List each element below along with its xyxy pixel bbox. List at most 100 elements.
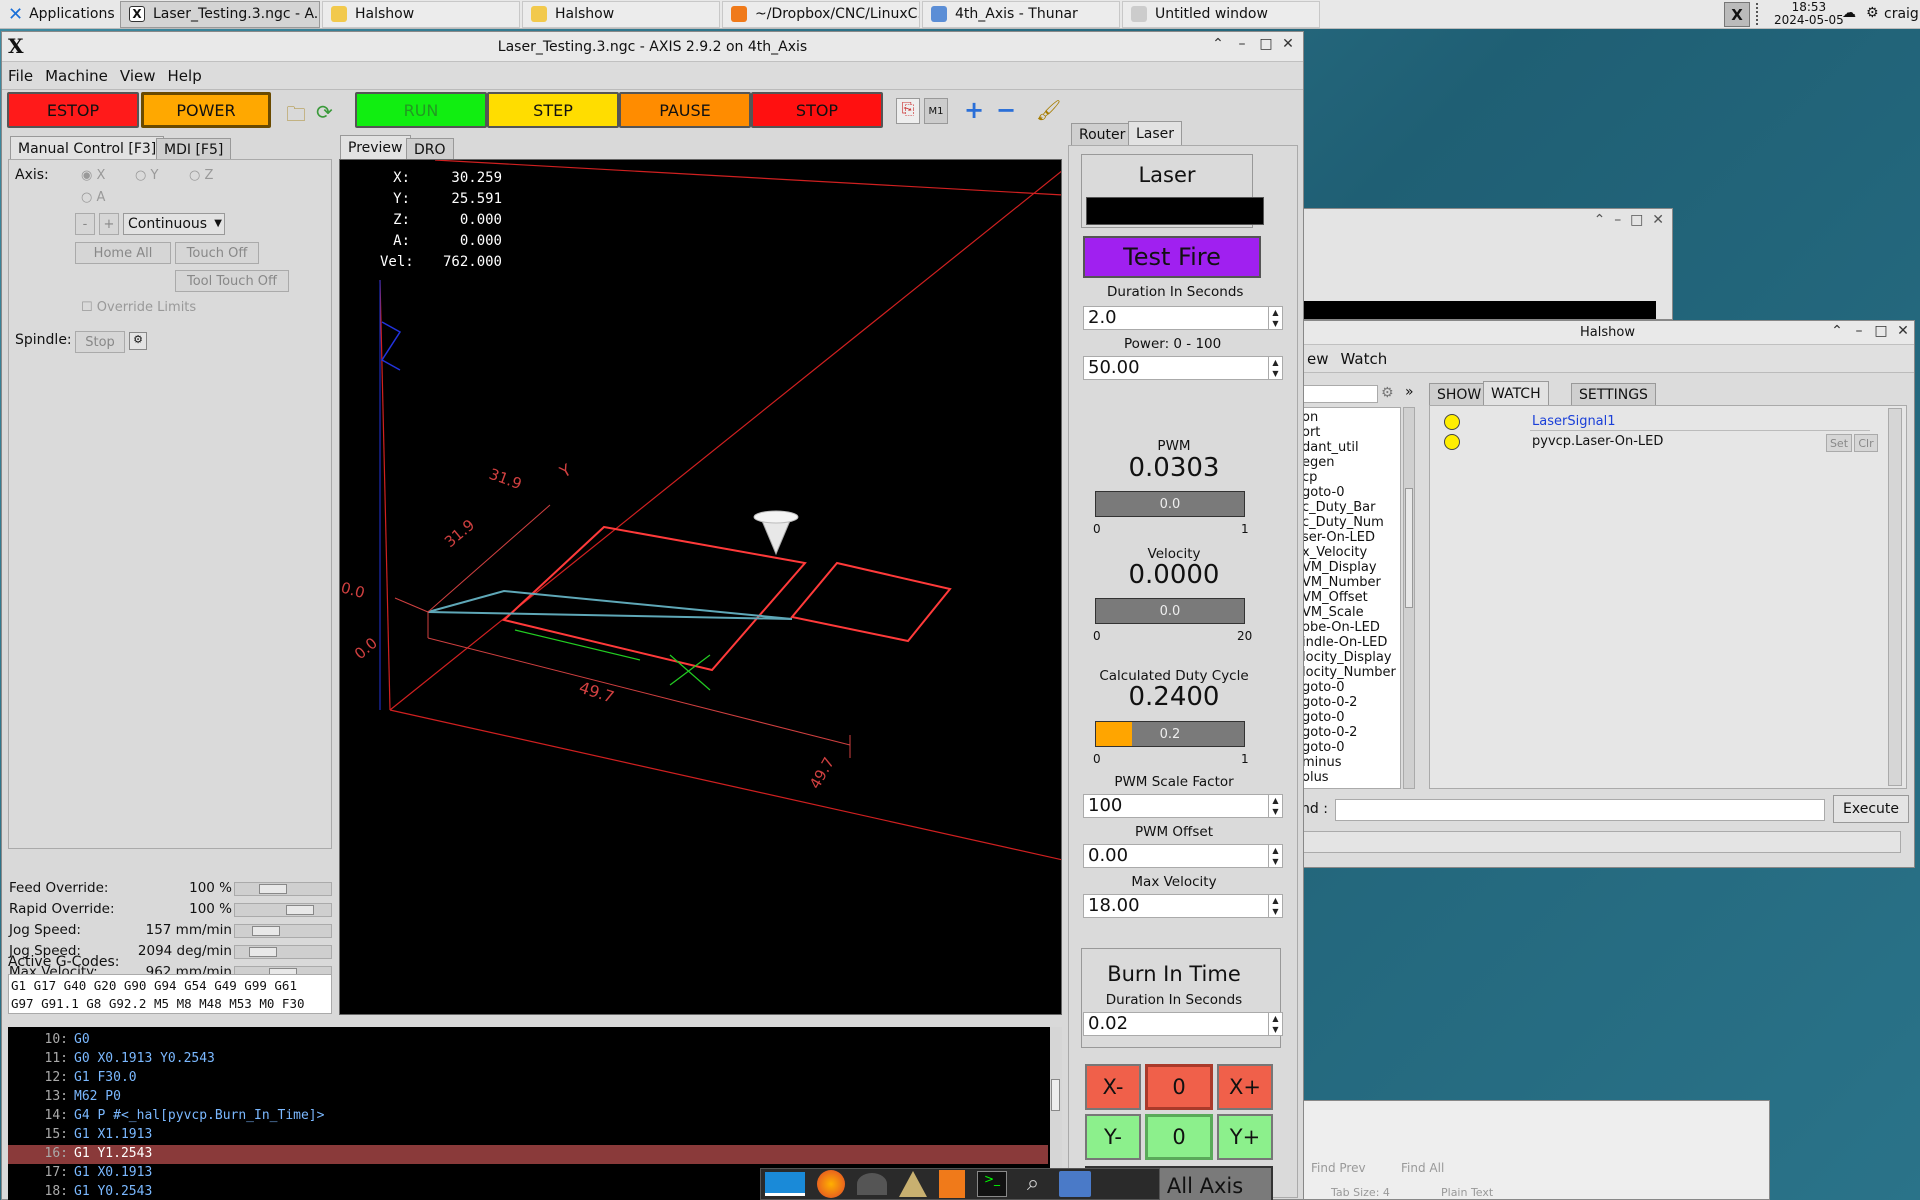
maxvel-spinbox[interactable]: 18.00 ▲ ▼ [1083, 894, 1283, 918]
menu-watch[interactable]: Watch [1341, 350, 1388, 368]
tree-item[interactable]: goto-0 [1302, 710, 1344, 725]
close-icon[interactable]: ✕ [1894, 323, 1912, 339]
tree-item[interactable]: indle-On-LED [1302, 635, 1387, 650]
tree-item[interactable]: VM_Number [1302, 575, 1381, 590]
zoom-in-icon[interactable]: + [964, 96, 984, 124]
clr-button[interactable]: Clr [1854, 434, 1878, 452]
tab-laser[interactable]: Laser [1128, 121, 1183, 145]
background-editor-window[interactable]: Find Prev Find All Tab Size: 4 Plain Tex… [1290, 1100, 1770, 1200]
tree-search-input[interactable] [1301, 385, 1378, 403]
program-line[interactable]: 15: G1 X1.1913 [8, 1126, 1048, 1145]
touch-off-button[interactable]: Touch Off [175, 242, 259, 264]
set-button[interactable]: Set [1826, 434, 1852, 452]
test-fire-button[interactable]: Test Fire [1083, 236, 1261, 278]
tree-item[interactable]: ser-On-LED [1302, 530, 1375, 545]
task-halshow-1[interactable]: Halshow [322, 0, 520, 28]
tree-item[interactable]: c_Duty_Num [1302, 515, 1384, 530]
show-desktop-icon[interactable] [765, 1172, 805, 1196]
more-icon[interactable]: » [1405, 384, 1414, 400]
watch-item[interactable]: LaserSignal1 [1532, 414, 1616, 429]
override-slider[interactable] [234, 903, 332, 917]
block-delete-icon[interactable]: ⎘ [896, 98, 920, 124]
network-icon[interactable]: ☁ [1842, 5, 1856, 21]
tree-item[interactable]: x_Velocity [1302, 545, 1367, 560]
axis-window[interactable]: X Laser_Testing.3.ngc - AXIS 2.9.2 on 4t… [1, 31, 1304, 1200]
zoom-out-icon[interactable]: − [996, 96, 1016, 124]
jog-plus-button[interactable]: + [99, 213, 119, 235]
program-line[interactable]: 11: G0 X0.1913 Y0.2543 [8, 1050, 1048, 1069]
duration-spinbox[interactable]: 2.0 ▲ ▼ [1083, 306, 1283, 330]
firefox-icon[interactable] [817, 1170, 845, 1198]
axis-radio-y[interactable]: ○ Y [135, 168, 158, 183]
optional-stop-icon[interactable]: M1 [924, 98, 948, 124]
applications-menu[interactable]: ✕ Applications [0, 1, 118, 28]
override-limits-checkbox[interactable]: ☐ Override Limits [81, 300, 196, 315]
tree-item[interactable]: egen [1302, 455, 1335, 470]
user-name[interactable]: craig [1884, 6, 1919, 22]
tab-router[interactable]: Router [1071, 123, 1134, 145]
tree-item[interactable]: obe-On-LED [1302, 620, 1380, 635]
clock[interactable]: 18:53 2024-05-05 [1774, 1, 1844, 27]
tree-item[interactable]: goto-0 [1302, 485, 1344, 500]
jog-x-minus-button[interactable]: X- [1085, 1064, 1141, 1110]
slider-knob[interactable] [252, 926, 280, 936]
program-line[interactable]: 16: G1 Y1.2543 [8, 1145, 1048, 1164]
step-button[interactable]: STEP [487, 92, 619, 128]
jog-x-plus-button[interactable]: X+ [1217, 1064, 1273, 1110]
spindle-stop-button[interactable]: Stop [75, 331, 125, 353]
stop-button[interactable]: STOP [751, 92, 883, 128]
settings-tray-icon[interactable]: ⚙ [1866, 5, 1879, 21]
tree-item[interactable]: goto-0-2 [1302, 725, 1357, 740]
maximize-icon[interactable]: □ [1257, 36, 1275, 52]
inkscape-icon[interactable] [899, 1171, 927, 1197]
x-tray-icon[interactable]: X [1724, 2, 1750, 27]
open-folder-icon[interactable]: 🗀 [286, 100, 306, 134]
task-untitled[interactable]: Untitled window [1122, 0, 1320, 28]
jog-y-plus-button[interactable]: Y+ [1217, 1114, 1273, 1160]
override-slider[interactable] [234, 882, 332, 896]
tree-item[interactable]: goto-0-2 [1302, 695, 1357, 710]
jog-y-minus-button[interactable]: Y- [1085, 1114, 1141, 1160]
pause-button[interactable]: PAUSE [619, 92, 751, 128]
tree-item[interactable]: on [1302, 410, 1318, 425]
tree-item[interactable]: locity_Display [1302, 650, 1392, 665]
program-line[interactable]: 13: M62 P0 [8, 1088, 1048, 1107]
menu-view[interactable]: ew [1307, 350, 1329, 368]
power-spinbox[interactable]: 50.00 ▲ ▼ [1083, 356, 1283, 380]
tree-item[interactable]: VM_Display [1302, 560, 1377, 575]
tree-item[interactable]: ort [1302, 425, 1320, 440]
maximize-icon[interactable]: □ [1872, 323, 1890, 339]
estop-button[interactable]: ESTOP [7, 92, 139, 128]
watch-scrollbar[interactable] [1888, 408, 1902, 786]
tree-scrollbar[interactable] [1403, 407, 1415, 789]
untitled-window-controls[interactable]: ⌃ – □ ✕ [1594, 212, 1664, 228]
close-icon[interactable]: ✕ [1279, 36, 1297, 52]
tree-item[interactable]: minus [1302, 755, 1342, 770]
tab-watch[interactable]: WATCH [1483, 381, 1549, 405]
jog-minus-button[interactable]: - [75, 213, 95, 235]
menu-file[interactable]: File [8, 67, 33, 85]
halshow-window[interactable]: Halshow ⌃ – □ ✕ ew Watch ⚙ » on ort dant_u… [1300, 320, 1915, 868]
untitled-window[interactable]: ⌃ – □ ✕ [1300, 208, 1673, 320]
find-prev-button[interactable]: Find Prev [1311, 1161, 1366, 1175]
task-axis[interactable]: X Laser_Testing.3.ngc - A... [120, 0, 320, 28]
halshow-titlebar[interactable]: Halshow ⌃ – □ ✕ [1301, 321, 1914, 345]
menu-help[interactable]: Help [168, 67, 202, 85]
tree-item[interactable]: VM_Offset [1302, 590, 1368, 605]
offset-spinbox[interactable]: 0.00 ▲ ▼ [1083, 844, 1283, 868]
clear-plot-icon[interactable]: 🖌 [1036, 98, 1061, 122]
slider-knob[interactable] [286, 905, 314, 915]
tree-item[interactable]: dant_util [1302, 440, 1359, 455]
minimize-icon[interactable]: – [1233, 36, 1251, 52]
find-all-button[interactable]: Find All [1401, 1161, 1444, 1175]
slider-knob[interactable] [259, 884, 287, 894]
preview-canvas[interactable]: X: 30.259 Y: 25.591 Z: 0.000 A: 0.000 Vel: 762.00… [339, 159, 1062, 1015]
override-slider[interactable] [234, 924, 332, 938]
tab-manual-control[interactable]: Manual Control [F3] [10, 136, 165, 160]
tree-item[interactable]: olus [1302, 770, 1329, 785]
execute-button[interactable]: Execute [1833, 795, 1909, 823]
tree-item[interactable]: VM_Scale [1302, 605, 1364, 620]
axis-radio-a[interactable]: ○ A [81, 190, 105, 205]
folder-icon[interactable] [1059, 1171, 1091, 1197]
tree-item[interactable]: c_Duty_Bar [1302, 500, 1375, 515]
